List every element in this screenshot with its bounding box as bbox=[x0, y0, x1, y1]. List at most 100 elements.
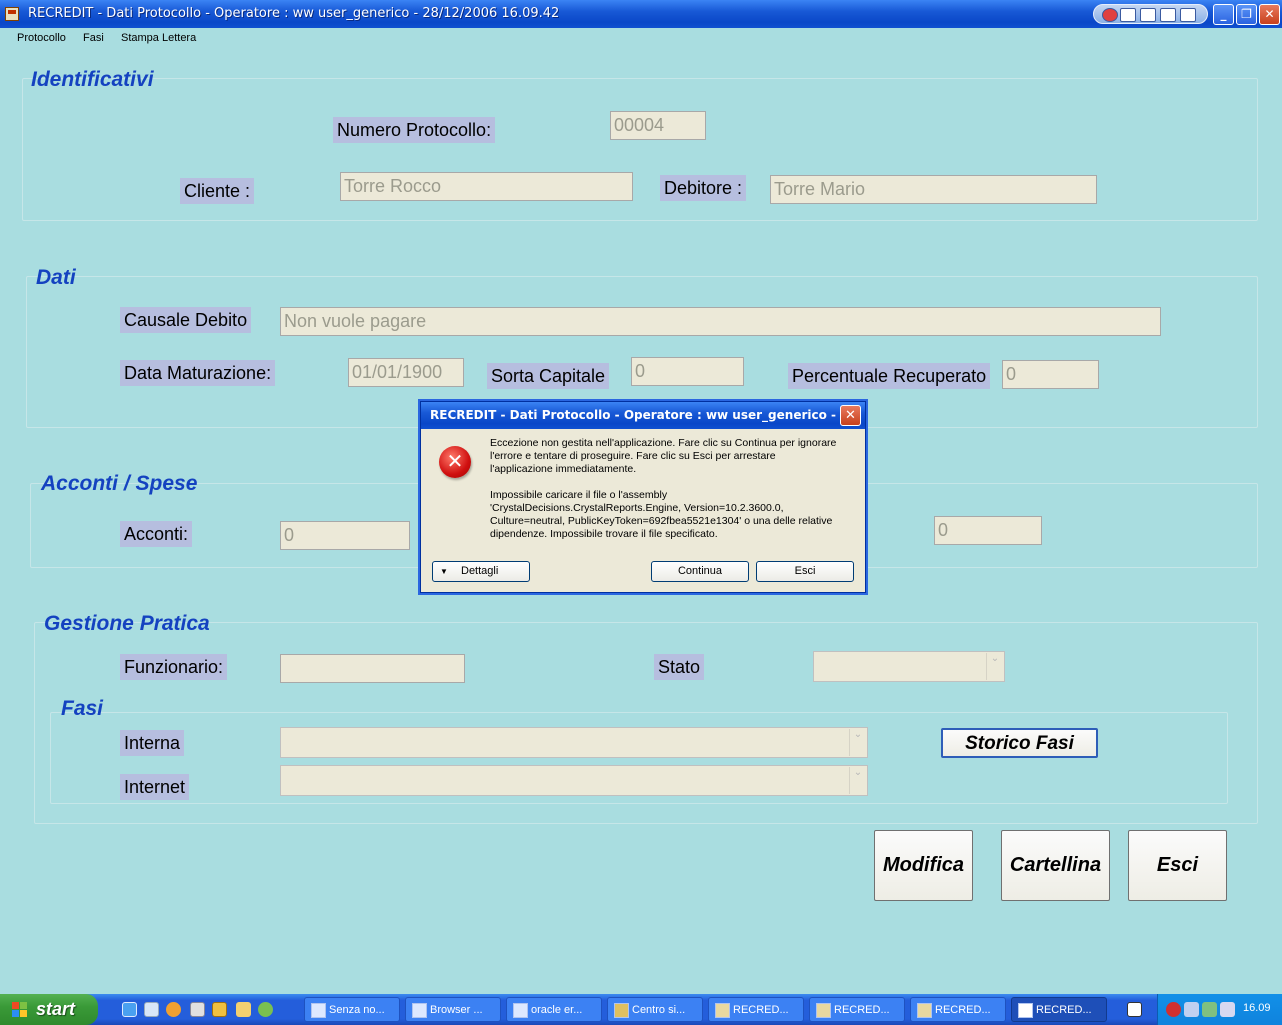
task-oracle[interactable]: oracle er... bbox=[506, 997, 602, 1022]
shield-icon bbox=[614, 1003, 629, 1018]
window-move-icon[interactable] bbox=[1160, 8, 1176, 22]
menu-fasi[interactable]: Fasi bbox=[83, 32, 104, 44]
exit-button[interactable]: Esci bbox=[756, 561, 854, 582]
title-toolbar-icons[interactable] bbox=[1093, 4, 1208, 24]
cliente-field[interactable]: Torre Rocco bbox=[340, 172, 633, 201]
title-bar[interactable]: RECREDIT - Dati Protocollo - Operatore :… bbox=[0, 0, 1282, 28]
acconti-field[interactable]: 0 bbox=[280, 521, 410, 550]
taskbar: start Senza no... Browser ... oracle er.… bbox=[0, 994, 1282, 1025]
record-icon[interactable] bbox=[1102, 8, 1118, 22]
message-line: l'applicazione immediatamente. bbox=[490, 463, 637, 475]
chevron-down-icon[interactable]: ⌄ bbox=[849, 729, 866, 756]
chevron-down-icon[interactable]: ⌄ bbox=[849, 767, 866, 794]
modifica-button[interactable]: Modifica bbox=[874, 830, 973, 901]
identificativi-title: Identificativi bbox=[31, 68, 154, 91]
internet-label: Internet bbox=[120, 774, 190, 800]
app-icon bbox=[816, 1003, 831, 1018]
eye-icon[interactable] bbox=[1120, 8, 1136, 22]
document-icon[interactable] bbox=[190, 1002, 205, 1017]
task-recredit-1[interactable]: RECRED... bbox=[708, 997, 804, 1022]
task-recredit-3[interactable]: RECRED... bbox=[910, 997, 1006, 1022]
task-browser[interactable]: Browser ... bbox=[405, 997, 501, 1022]
chevron-down-icon[interactable]: ⌄ bbox=[986, 653, 1003, 680]
causale-debito-label: Causale Debito bbox=[120, 307, 252, 333]
stato-label: Stato bbox=[654, 654, 705, 680]
dialog-title-bar[interactable]: RECREDIT - Dati Protocollo - Operatore :… bbox=[421, 402, 865, 429]
error-dialog: RECREDIT - Dati Protocollo - Operatore :… bbox=[420, 401, 866, 593]
detail-line: Impossibile caricare il file o l'assembl… bbox=[490, 489, 668, 501]
dialog-detail-message: Impossibile caricare il file o l'assembl… bbox=[490, 489, 850, 541]
app-icon bbox=[715, 1003, 730, 1018]
esci-button[interactable]: Esci bbox=[1128, 830, 1227, 901]
fasi-title: Fasi bbox=[61, 697, 104, 720]
interna-label: Interna bbox=[120, 730, 185, 756]
detail-line: 'CrystalDecisions.CrystalReports.Engine,… bbox=[490, 502, 784, 514]
app-icon[interactable] bbox=[5, 7, 19, 21]
pin-icon[interactable] bbox=[1140, 8, 1156, 22]
storico-fasi-button[interactable]: Storico Fasi bbox=[941, 728, 1098, 758]
spese-field[interactable]: 0 bbox=[934, 516, 1042, 545]
menu-stampa-lettera[interactable]: Stampa Lettera bbox=[121, 32, 196, 44]
causale-debito-field[interactable]: Non vuole pagare bbox=[280, 307, 1161, 336]
internet-select[interactable]: ⌄ bbox=[280, 765, 868, 796]
numero-protocollo-field[interactable]: 00004 bbox=[610, 111, 706, 140]
interna-select[interactable]: ⌄ bbox=[280, 727, 868, 758]
menu-protocollo[interactable]: Protocollo bbox=[17, 32, 66, 44]
ie-icon bbox=[513, 1003, 528, 1018]
window-icon bbox=[1018, 1003, 1033, 1018]
security-alert-icon[interactable] bbox=[1166, 1002, 1181, 1017]
triangle-down-icon: ▼ bbox=[440, 567, 448, 576]
restore-small-icon[interactable] bbox=[1180, 8, 1196, 22]
data-maturazione-field[interactable]: 01/01/1900 bbox=[348, 358, 464, 387]
ie-icon[interactable] bbox=[122, 1002, 137, 1017]
close-button[interactable]: ✕ bbox=[1259, 4, 1280, 25]
ie-icon bbox=[412, 1003, 427, 1018]
task-recredit-2[interactable]: RECRED... bbox=[809, 997, 905, 1022]
debitore-label: Debitore : bbox=[660, 175, 747, 201]
cartellina-button[interactable]: Cartellina bbox=[1001, 830, 1110, 901]
sorta-capitale-field[interactable]: 0 bbox=[631, 357, 744, 386]
detail-line: dipendenze. Impossibile trovare il file … bbox=[490, 528, 718, 540]
message-line: l'errore e tentare di proseguire. Fare c… bbox=[490, 450, 776, 462]
data-maturazione-label: Data Maturazione: bbox=[120, 360, 276, 386]
numero-protocollo-label: Numero Protocollo: bbox=[333, 117, 496, 143]
task-centro-sicurezza[interactable]: Centro si... bbox=[607, 997, 703, 1022]
percentuale-recuperato-label: Percentuale Recuperato bbox=[788, 363, 991, 389]
folder-icon[interactable] bbox=[236, 1002, 251, 1017]
details-button-label: Dettagli bbox=[461, 565, 499, 577]
minimize-button[interactable]: _ bbox=[1213, 4, 1234, 25]
dialog-title: RECREDIT - Dati Protocollo - Operatore :… bbox=[430, 408, 854, 422]
messenger-icon[interactable] bbox=[258, 1002, 273, 1017]
stato-select[interactable]: ⌄ bbox=[813, 651, 1005, 682]
acconti-spese-title: Acconti / Spese bbox=[41, 472, 198, 495]
debitore-field[interactable]: Torre Mario bbox=[770, 175, 1097, 204]
media-player-icon[interactable] bbox=[166, 1002, 181, 1017]
help-icon[interactable] bbox=[1127, 1002, 1142, 1017]
task-recredit-4[interactable]: RECRED... bbox=[1011, 997, 1107, 1022]
acconti-label: Acconti: bbox=[120, 521, 193, 547]
network-icon[interactable] bbox=[1184, 1002, 1199, 1017]
funzionario-field[interactable] bbox=[280, 654, 465, 683]
start-button[interactable]: start bbox=[0, 994, 98, 1025]
continue-button[interactable]: Continua bbox=[651, 561, 749, 582]
windows-logo-icon bbox=[12, 1002, 28, 1018]
funzionario-label: Funzionario: bbox=[120, 654, 228, 680]
notepad-icon bbox=[311, 1003, 326, 1018]
users-icon[interactable] bbox=[1202, 1002, 1217, 1017]
task-senza-nome[interactable]: Senza no... bbox=[304, 997, 400, 1022]
dialog-message: Eccezione non gestita nell'applicazione.… bbox=[490, 437, 850, 476]
message-line: Eccezione non gestita nell'applicazione.… bbox=[490, 437, 837, 449]
sorta-capitale-label: Sorta Capitale bbox=[487, 363, 610, 389]
browser-icon[interactable] bbox=[144, 1002, 159, 1017]
dialog-close-button[interactable]: ✕ bbox=[840, 405, 861, 426]
dati-title: Dati bbox=[36, 266, 76, 289]
error-icon: ✕ bbox=[439, 446, 471, 478]
outlook-icon[interactable] bbox=[212, 1002, 227, 1017]
restore-button[interactable]: ❐ bbox=[1236, 4, 1257, 25]
details-button[interactable]: ▼ Dettagli bbox=[432, 561, 530, 582]
percentuale-recuperato-field[interactable]: 0 bbox=[1002, 360, 1099, 389]
volume-icon[interactable] bbox=[1220, 1002, 1235, 1017]
system-tray: 16.09 bbox=[1157, 994, 1282, 1025]
window-title: RECREDIT - Dati Protocollo - Operatore :… bbox=[28, 6, 560, 21]
gestione-pratica-title: Gestione Pratica bbox=[44, 612, 210, 635]
